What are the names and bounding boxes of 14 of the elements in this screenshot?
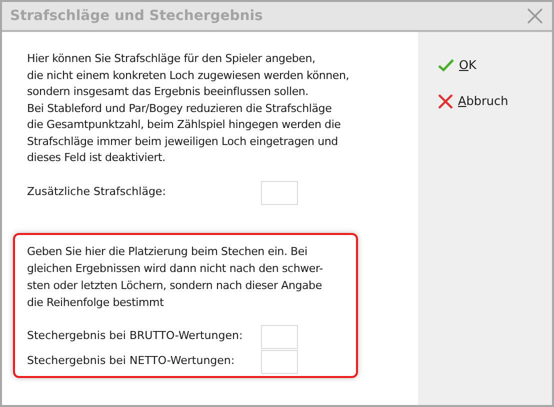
field-label: Stechergebnis bei NETTO-Wertungen: (27, 353, 236, 370)
checkmark-icon (438, 58, 454, 72)
tiebreak-description: Geben Sie hier die Platzierung beim Stechen ein. Bei gleichen Ergebnissen wird dann nicht nach den schwer- sten oder letzten Löchern, sondern nach dieser Angabe die Reihenfolge bestimmt (27, 244, 324, 310)
description-text: Hier können Sie Strafschläge für den Spieler angeben, die nicht einem konkreten Loch zugewiesen werden können, sondern insgesamt das Ergebnis beeinflussen sollen. Bei Stableford und Par/Bogey reduzieren die Strafschläge die Gesamtpunktzahl, beim Zählspiel hingegen werden die Strafschläge immer beim jeweiligen Loch eingetragen und dieses Feld ist deaktiviert. (26, 51, 350, 166)
close-icon (438, 94, 453, 108)
input-field[interactable] (261, 180, 298, 204)
close-button[interactable] (526, 7, 544, 25)
ok-button[interactable]: OK (438, 56, 476, 74)
input-field[interactable] (261, 324, 298, 348)
cancel-button[interactable]: Abbruch (438, 92, 508, 110)
field-label: Stechergebnis bei BRUTTO-Wertungen: (27, 328, 244, 344)
window-title: Strafschläge und Stechergebnis (10, 6, 263, 26)
input-field[interactable] (261, 350, 298, 374)
field-label: Zusätzliche Strafschläge: (27, 184, 167, 200)
